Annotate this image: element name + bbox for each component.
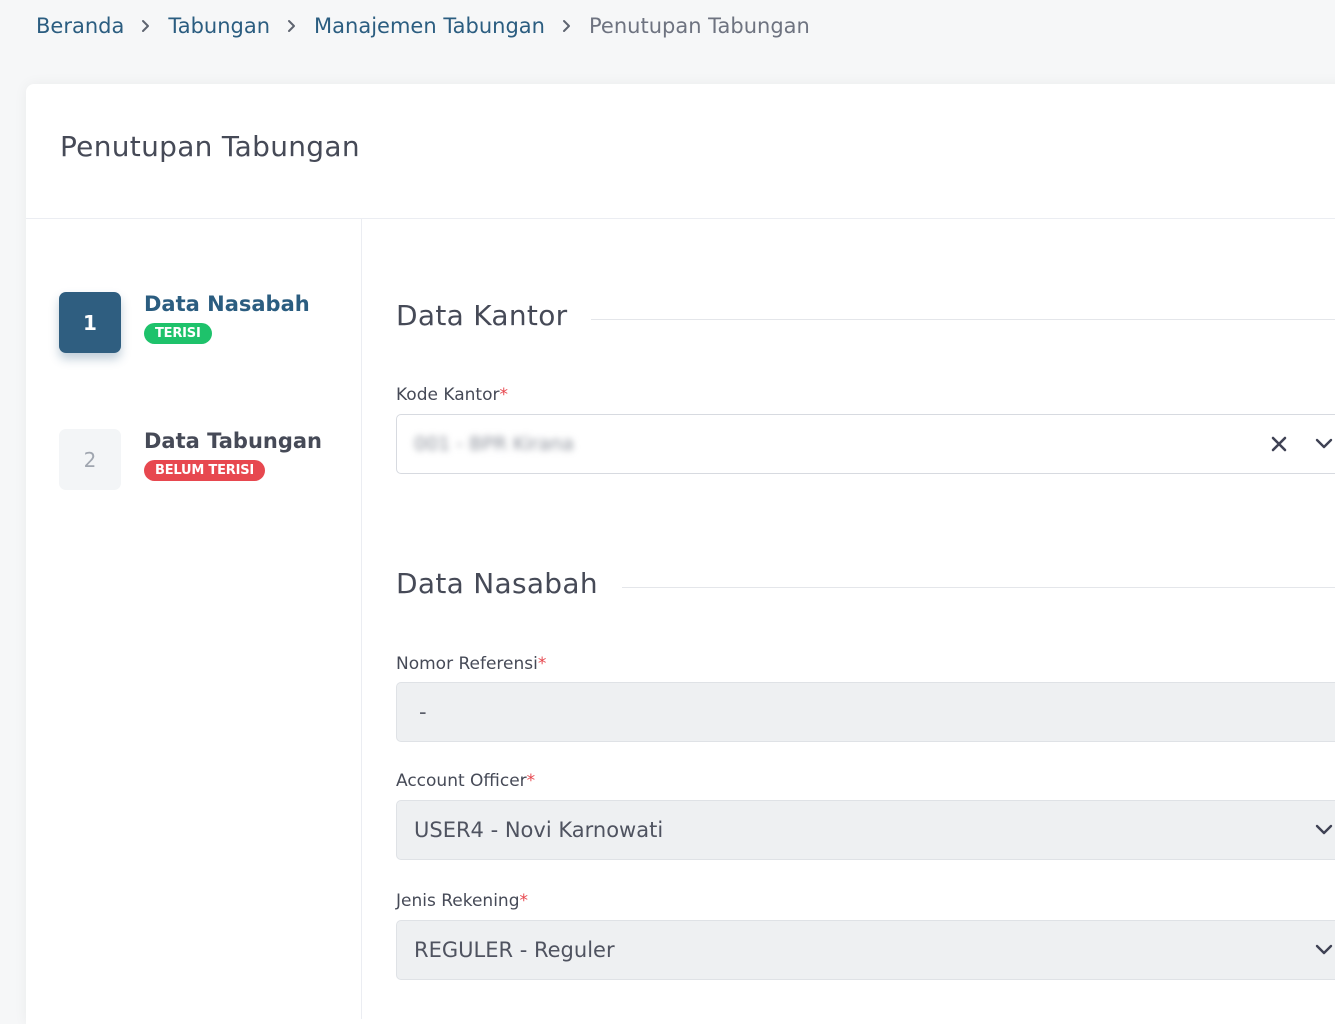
breadcrumb-current: Penutupan Tabungan [589,14,810,38]
section-title-text: Data Kantor [396,299,568,332]
account-officer-label: Account Officer* [396,771,535,791]
card-header: Penutupan Tabungan [26,84,1335,219]
breadcrumb-link-tabungan[interactable]: Tabungan [168,14,270,38]
label-text: Jenis Rekening [396,891,520,911]
jenis-rekening-label: Jenis Rekening* [396,891,528,911]
label-text: Account Officer [396,771,527,791]
chevron-right-icon [140,19,152,33]
chevron-down-icon[interactable] [1310,430,1335,458]
nomor-referensi-label: Nomor Referensi* [396,654,546,674]
status-badge: TERISI [144,323,212,344]
step-text: Data Tabungan BELUM TERISI [144,427,322,490]
step-data-tabungan[interactable]: 2 Data Tabungan BELUM TERISI [59,429,322,490]
section-title-text: Data Nasabah [396,567,598,600]
step-label: Data Nasabah [144,292,310,316]
step-data-nasabah[interactable]: 1 Data Nasabah TERISI [59,292,310,353]
step-number: 1 [59,292,121,353]
account-officer-value: USER4 - Novi Karnowati [414,818,664,842]
section-divider [591,319,1335,320]
page-title: Penutupan Tabungan [60,130,360,163]
breadcrumb-link-manajemen-tabungan[interactable]: Manajemen Tabungan [314,14,545,38]
chevron-right-icon [286,19,298,33]
wizard-stepper: 1 Data Nasabah TERISI 2 Data Tabungan BE… [26,219,362,1019]
section-title-data-kantor: Data Kantor [396,299,1335,332]
step-number: 2 [59,429,121,490]
kode-kantor-label: Kode Kantor* [396,385,508,405]
kode-kantor-value: 001 - BPR Kirana [414,433,574,455]
nomor-referensi-value: - [419,700,427,724]
account-officer-select[interactable]: USER4 - Novi Karnowati [396,800,1335,860]
label-text: Kode Kantor [396,385,500,405]
jenis-rekening-value: REGULER - Reguler [414,938,615,962]
status-badge: BELUM TERISI [144,460,266,481]
step-label: Data Tabungan [144,429,322,453]
step-text: Data Nasabah TERISI [144,290,310,353]
breadcrumb: Beranda Tabungan Manajemen Tabungan Penu… [36,10,810,42]
required-mark: * [499,385,508,405]
close-icon[interactable] [1265,430,1293,458]
section-title-data-nasabah: Data Nasabah [396,567,1335,600]
section-divider [621,587,1335,588]
chevron-down-icon[interactable] [1310,816,1335,844]
chevron-right-icon [561,19,573,33]
label-text: Nomor Referensi [396,654,538,674]
breadcrumb-link-beranda[interactable]: Beranda [36,14,124,38]
kode-kantor-select[interactable]: 001 - BPR Kirana [396,414,1335,474]
required-mark: * [526,771,536,791]
required-mark: * [537,654,547,674]
nomor-referensi-input[interactable]: - [396,682,1335,742]
chevron-down-icon[interactable] [1310,936,1335,964]
form-card: Penutupan Tabungan 1 Data Nasabah TERISI… [26,84,1335,1024]
jenis-rekening-select[interactable]: REGULER - Reguler [396,920,1335,980]
required-mark: * [519,891,529,911]
